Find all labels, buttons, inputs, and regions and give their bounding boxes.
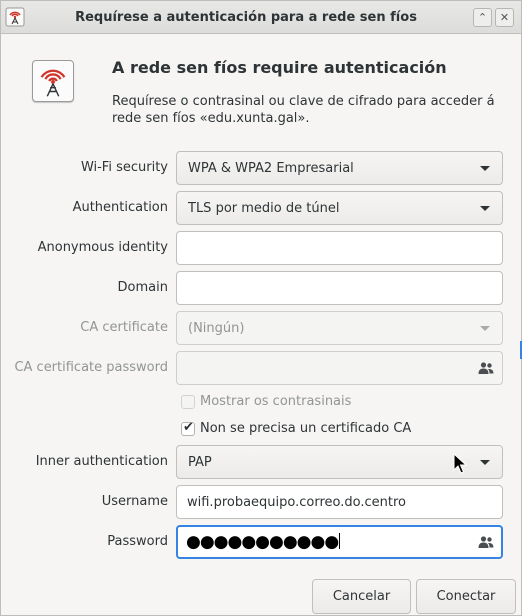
- dialog-heading: A rede sen fíos require autenticación: [112, 58, 447, 77]
- chevron-down-icon: [480, 166, 490, 171]
- show-passwords-label: Mostrar os contrasinais: [200, 394, 352, 409]
- wifi-tower-icon: [32, 60, 74, 102]
- username-input[interactable]: wifi.probaequipo.correo.do.centro: [176, 485, 503, 519]
- connect-button[interactable]: Conectar: [416, 579, 516, 614]
- wifi-security-label: Wi-Fi security: [80, 160, 168, 175]
- inner-authentication-label: Inner authentication: [35, 454, 168, 469]
- domain-label: Domain: [117, 280, 168, 295]
- chevron-down-icon: [480, 206, 490, 211]
- titlebar[interactable]: Requírese a autenticación para a rede se…: [1, 1, 521, 34]
- username-label: Username: [101, 494, 168, 509]
- ca-certificate-label: CA certificate: [80, 320, 168, 335]
- inner-authentication-value: PAP: [188, 455, 212, 470]
- keep-above-button[interactable]: ⌃: [473, 8, 492, 27]
- username-value: wifi.probaequipo.correo.do.centro: [187, 495, 406, 510]
- wifi-tower-icon: [5, 7, 25, 27]
- close-button[interactable]: ✕: [495, 8, 514, 27]
- authentication-label: Authentication: [72, 200, 168, 215]
- anonymous-identity-input[interactable]: [176, 231, 503, 265]
- cancel-button[interactable]: Cancelar: [312, 579, 411, 614]
- users-icon[interactable]: [478, 360, 494, 376]
- users-icon[interactable]: [478, 534, 494, 550]
- password-mask: ●●●●●●●●●●●: [186, 532, 341, 552]
- checkmark-icon: ✔: [183, 420, 194, 435]
- auth-dialog: Requírese a autenticación para a rede se…: [0, 0, 522, 616]
- password-input[interactable]: ●●●●●●●●●●●: [176, 525, 503, 559]
- window-title: Requírese a autenticación para a rede se…: [75, 10, 417, 25]
- chevron-down-icon: [480, 326, 490, 331]
- no-ca-required-checkbox[interactable]: ✔: [181, 420, 195, 436]
- password-label: Password: [107, 534, 168, 549]
- show-passwords-checkbox[interactable]: [181, 395, 195, 409]
- anonymous-identity-label: Anonymous identity: [37, 240, 168, 255]
- text-caret: [339, 533, 341, 549]
- wifi-security-value: WPA & WPA2 Empresarial: [188, 161, 354, 176]
- authentication-value: TLS por medio de túnel: [188, 201, 340, 216]
- mouse-pointer-icon: [453, 453, 467, 474]
- wifi-security-combo[interactable]: WPA & WPA2 Empresarial: [176, 151, 503, 185]
- ca-certificate-combo[interactable]: (Ningún): [176, 311, 503, 345]
- ca-certificate-value: (Ningún): [188, 321, 245, 336]
- authentication-combo[interactable]: TLS por medio de túnel: [176, 191, 503, 225]
- ca-certificate-password-label: CA certificate password: [14, 360, 168, 375]
- password-masked-value: ●●●●●●●●●●●: [186, 532, 339, 552]
- ca-certificate-password-input[interactable]: [176, 351, 503, 385]
- dialog-description: Requírese o contrasinal ou clave de cifr…: [112, 94, 495, 126]
- chevron-down-icon: [480, 460, 490, 465]
- domain-input[interactable]: [176, 271, 503, 305]
- no-ca-required-label: Non se precisa un certificado CA: [200, 421, 412, 436]
